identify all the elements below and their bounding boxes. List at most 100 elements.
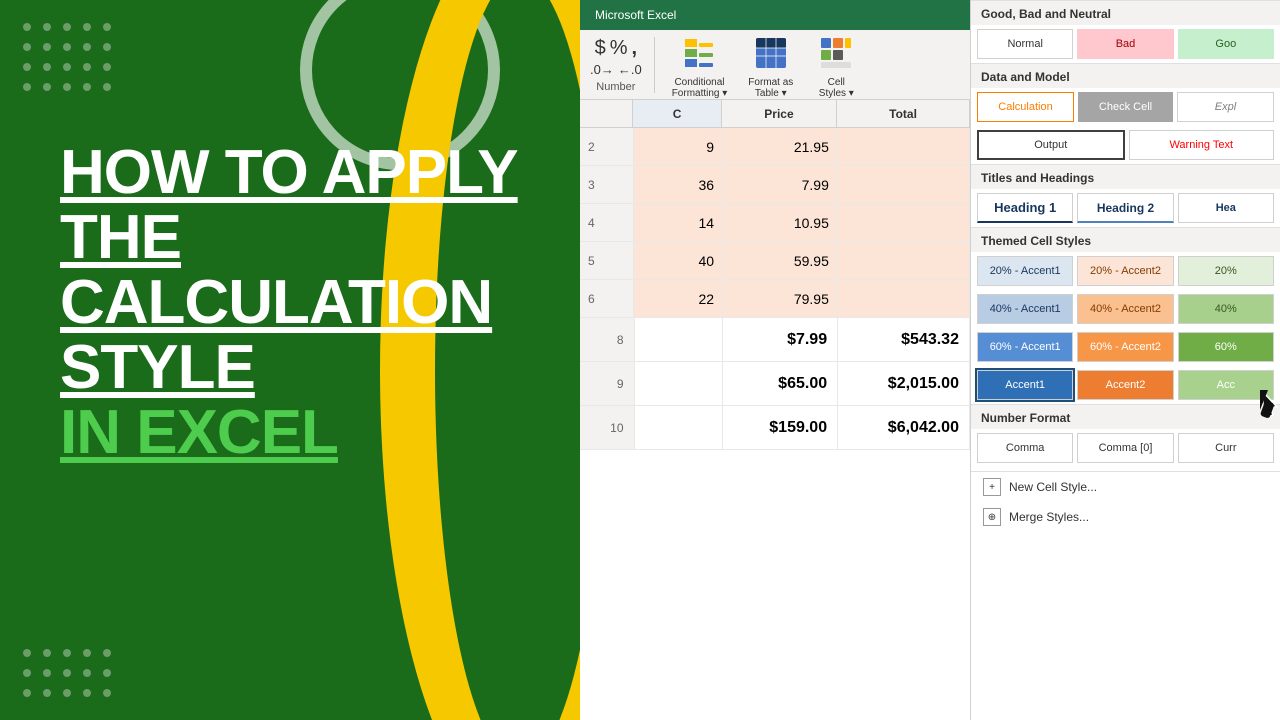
- style-calculation[interactable]: Calculation: [977, 92, 1074, 122]
- section-number-format: Number Format: [971, 404, 1280, 429]
- increase-decimal-icon: .0→: [590, 62, 614, 77]
- cell-styles-panel: Good, Bad and Neutral Normal Bad Goo Dat…: [970, 0, 1280, 720]
- comma-icon: ,: [632, 37, 638, 60]
- style-normal[interactable]: Normal: [977, 29, 1073, 59]
- good-bad-neutral-row: Normal Bad Goo: [971, 25, 1280, 63]
- format-as-table-icon: [749, 31, 793, 75]
- style-comma-0[interactable]: Comma [0]: [1077, 433, 1173, 463]
- ribbon-main: $ % , .0→ ←.0 Number: [580, 30, 970, 100]
- style-explanatory[interactable]: Expl: [1177, 92, 1274, 122]
- number-group-label: Number: [596, 81, 635, 93]
- totals-qty: [635, 362, 724, 405]
- total-cell[interactable]: [838, 280, 970, 317]
- total-cell[interactable]: [838, 242, 970, 279]
- format-as-table-button[interactable]: Format asTable ▾: [748, 31, 793, 99]
- style-heading1[interactable]: Heading 1: [977, 193, 1073, 223]
- style-accent2[interactable]: Accent2: [1077, 370, 1173, 400]
- themed-row-40: 40% - Accent1 40% - Accent2 40%: [971, 290, 1280, 328]
- row-num: 3: [580, 166, 634, 203]
- price-cell[interactable]: 59.95: [723, 242, 838, 279]
- merge-styles-button[interactable]: ⊕ Merge Styles...: [971, 502, 1280, 532]
- totals-price-1: $7.99: [723, 318, 838, 361]
- new-cell-style-label: New Cell Style...: [1009, 480, 1097, 494]
- totals-price-2: $65.00: [723, 362, 838, 405]
- style-check-cell[interactable]: Check Cell: [1078, 92, 1173, 122]
- totals-total-3: $6,042.00: [838, 406, 970, 449]
- cell-styles-button[interactable]: CellStyles ▾: [814, 31, 858, 99]
- style-accent3[interactable]: Acc: [1178, 370, 1274, 400]
- conditional-formatting-icon: [677, 31, 721, 75]
- style-40-accent3[interactable]: 40%: [1178, 294, 1274, 324]
- price-cell[interactable]: 10.95: [723, 204, 838, 241]
- table-row: 3 36 7.99: [580, 166, 970, 204]
- style-40-accent1[interactable]: 40% - Accent1: [977, 294, 1073, 324]
- percent-icon: %: [610, 37, 628, 60]
- col-c-header: C: [633, 100, 722, 127]
- data-model-row1: Calculation Check Cell Expl: [971, 88, 1280, 126]
- row-num: 2: [580, 128, 634, 165]
- col-d-header: Price: [722, 100, 837, 127]
- price-cell[interactable]: 21.95: [723, 128, 838, 165]
- price-cell[interactable]: 79.95: [723, 280, 838, 317]
- number-format-icon: $: [595, 37, 606, 60]
- title-line1: HOW TO APPLY: [60, 140, 550, 205]
- ribbon-top-bar: Microsoft Excel: [580, 0, 970, 30]
- style-20-accent3[interactable]: 20%: [1178, 256, 1274, 286]
- qty-cell[interactable]: 9: [634, 128, 723, 165]
- style-20-accent2[interactable]: 20% - Accent2: [1077, 256, 1173, 286]
- main-title: HOW TO APPLY THE CALCULATION STYLE IN EX…: [60, 140, 550, 465]
- totals-qty: [635, 406, 724, 449]
- column-header-row: C Price Total: [580, 100, 970, 128]
- dots-bottom-left: [20, 646, 114, 700]
- style-accent1[interactable]: Accent1: [977, 370, 1073, 400]
- style-warning-text[interactable]: Warning Text: [1129, 130, 1275, 160]
- total-cell[interactable]: [838, 128, 970, 165]
- qty-cell[interactable]: 40: [634, 242, 723, 279]
- totals-qty: [635, 318, 724, 361]
- price-cell[interactable]: 7.99: [723, 166, 838, 203]
- style-60-accent3[interactable]: 60%: [1178, 332, 1274, 362]
- number-group: $ % , .0→ ←.0 Number: [590, 37, 655, 93]
- table-row: 6 22 79.95: [580, 280, 970, 318]
- total-cell[interactable]: [838, 166, 970, 203]
- qty-cell[interactable]: 36: [634, 166, 723, 203]
- col-e-header: Total: [837, 100, 970, 127]
- qty-cell[interactable]: 14: [634, 204, 723, 241]
- totals-row: 9 $65.00 $2,015.00: [580, 362, 970, 406]
- section-themed-cell-styles: Themed Cell Styles: [971, 227, 1280, 252]
- style-bad[interactable]: Bad: [1077, 29, 1173, 59]
- style-heading2[interactable]: Heading 2: [1077, 193, 1173, 223]
- dots-top-left: [20, 20, 114, 94]
- themed-row-20: 20% - Accent1 20% - Accent2 20%: [971, 252, 1280, 290]
- conditional-formatting-button[interactable]: ConditionalFormatting ▾: [672, 31, 728, 99]
- style-60-accent1[interactable]: 60% - Accent1: [977, 332, 1073, 362]
- row-num-header: [580, 100, 633, 127]
- merge-style-icon: ⊕: [983, 508, 1001, 526]
- new-style-icon: +: [983, 478, 1001, 496]
- row-num: 6: [580, 280, 634, 317]
- style-currency[interactable]: Curr: [1178, 433, 1274, 463]
- conditional-formatting-label: ConditionalFormatting ▾: [672, 77, 728, 99]
- cell-styles-icon: [814, 31, 858, 75]
- style-output[interactable]: Output: [977, 130, 1125, 160]
- style-60-accent2[interactable]: 60% - Accent2: [1077, 332, 1173, 362]
- totals-row: 10 $159.00 $6,042.00: [580, 406, 970, 450]
- style-40-accent2[interactable]: 40% - Accent2: [1077, 294, 1173, 324]
- themed-row-60: 60% - Accent1 60% - Accent2 60%: [971, 328, 1280, 366]
- title-line4: IN EXCEL: [60, 400, 550, 465]
- total-cell[interactable]: [838, 204, 970, 241]
- new-cell-style-button[interactable]: + New Cell Style...: [971, 472, 1280, 502]
- decrease-decimal-icon: ←.0: [618, 62, 642, 77]
- spreadsheet-area: C Price Total 2 9 21.95 3 36 7.99 4 14 1…: [580, 100, 970, 720]
- style-heading3[interactable]: Hea: [1178, 193, 1274, 223]
- qty-cell[interactable]: 22: [634, 280, 723, 317]
- totals-total-2: $2,015.00: [838, 362, 970, 405]
- style-comma[interactable]: Comma: [977, 433, 1073, 463]
- style-good[interactable]: Goo: [1178, 29, 1274, 59]
- section-good-bad-neutral: Good, Bad and Neutral: [971, 0, 1280, 25]
- row-num: 9: [580, 362, 635, 405]
- style-20-accent1[interactable]: 20% - Accent1: [977, 256, 1073, 286]
- section-data-model: Data and Model: [971, 63, 1280, 88]
- headings-row: Heading 1 Heading 2 Hea: [971, 189, 1280, 227]
- table-row: 5 40 59.95: [580, 242, 970, 280]
